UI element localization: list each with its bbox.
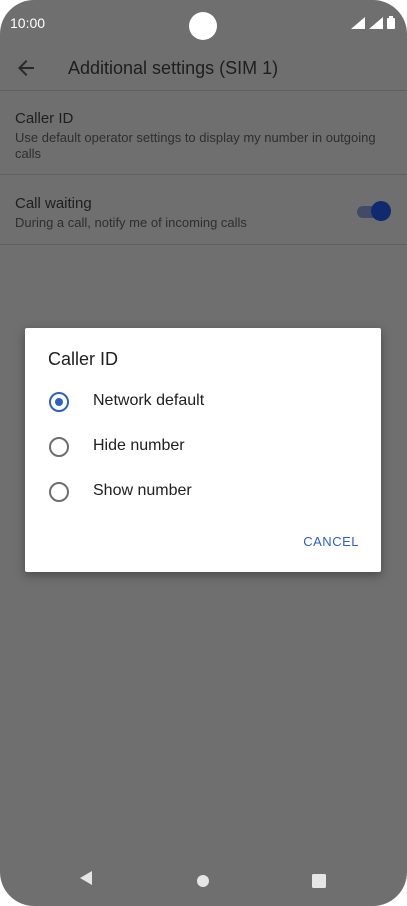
app-bar: Additional settings (SIM 1) (0, 44, 407, 90)
divider (0, 174, 407, 175)
option-label: Hide number (93, 437, 185, 454)
status-icons (351, 16, 395, 29)
status-time: 10:00 (10, 15, 46, 31)
toggle-thumb (371, 201, 391, 221)
wifi-icon (351, 17, 365, 29)
radio-unselected-icon[interactable] (49, 437, 69, 457)
dialog-title: Caller ID (48, 349, 119, 369)
option-show-number[interactable]: Show number (25, 470, 381, 514)
cell-signal-icon (369, 17, 383, 29)
page-title: Additional settings (SIM 1) (68, 58, 279, 78)
setting-subtitle: During a call, notify me of incoming cal… (15, 215, 247, 230)
setting-title: Call waiting (15, 195, 92, 212)
divider (0, 90, 407, 91)
radio-selected-icon[interactable] (49, 392, 69, 412)
navigation-bar (0, 852, 407, 906)
setting-caller-id[interactable]: Caller ID Use default operator settings … (15, 110, 392, 162)
option-label: Network default (93, 392, 205, 409)
phone-screen: 10:00 Additional settings (SIM 1) Caller… (0, 0, 407, 906)
call-waiting-toggle[interactable] (357, 201, 391, 223)
nav-recents-icon[interactable] (312, 874, 326, 893)
nav-back-icon[interactable] (78, 870, 94, 891)
option-hide-number[interactable]: Hide number (25, 425, 381, 469)
setting-subtitle: Use default operator settings to display… (15, 130, 376, 161)
battery-icon (387, 16, 395, 29)
nav-home-icon[interactable] (196, 874, 210, 893)
setting-call-waiting[interactable]: Call waiting During a call, notify me of… (15, 195, 347, 231)
divider (0, 244, 407, 245)
option-network-default[interactable]: Network default (25, 380, 381, 424)
option-label: Show number (93, 482, 192, 499)
cancel-button[interactable]: CANCEL (303, 534, 359, 549)
setting-title: Caller ID (15, 110, 74, 127)
status-bar: 10:00 (0, 0, 407, 44)
caller-id-dialog: Caller ID Network default Hide number Sh… (25, 328, 381, 572)
radio-unselected-icon[interactable] (49, 482, 69, 502)
front-camera (189, 12, 217, 40)
arrow-back-icon[interactable] (14, 56, 38, 80)
